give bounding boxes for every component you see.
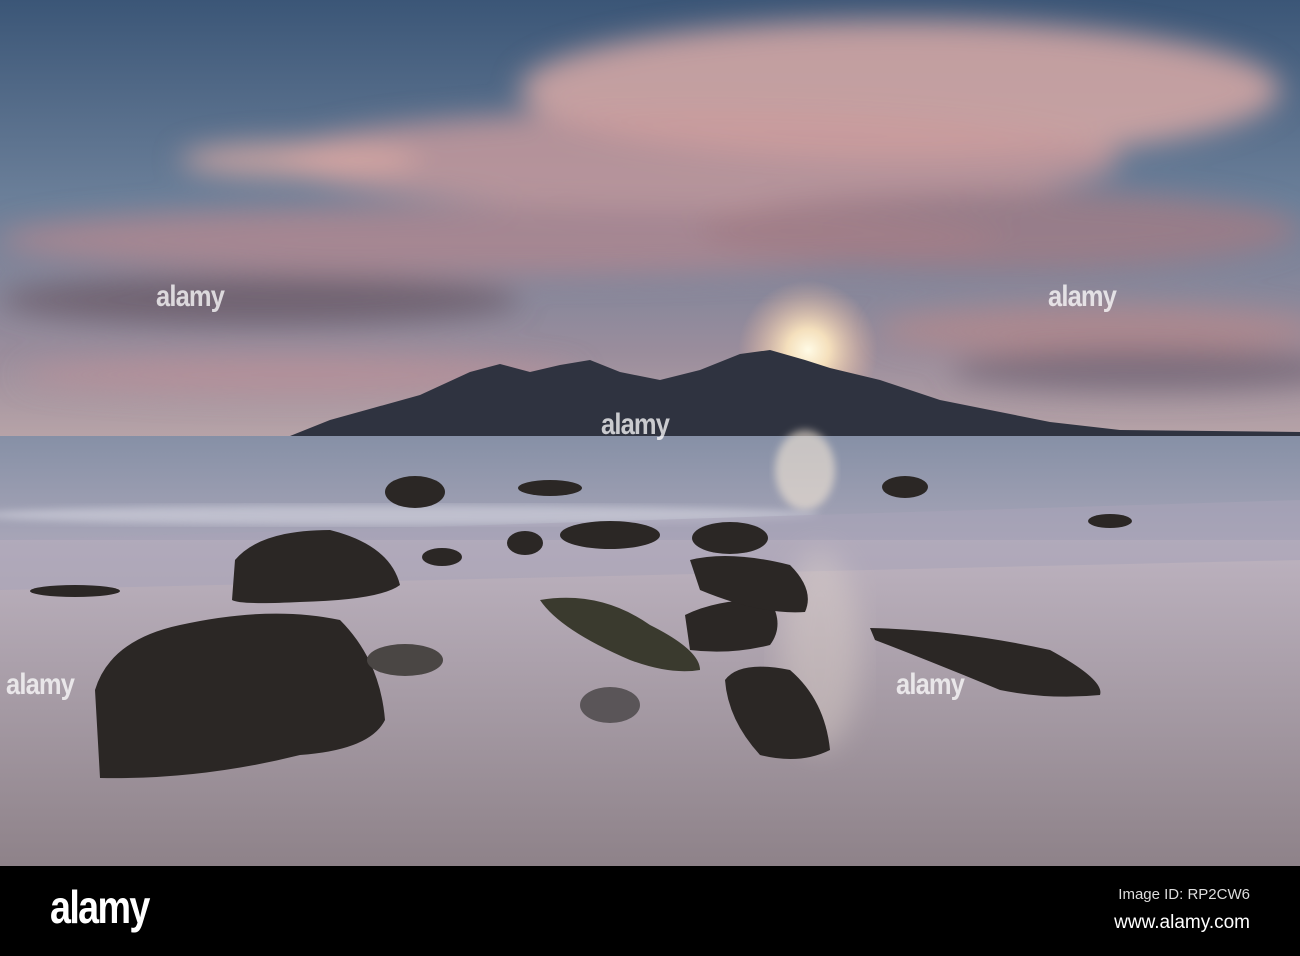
alamy-logo: alamy — [50, 881, 150, 933]
watermark-overlay: alamy — [6, 668, 75, 701]
watermark-footer: alamy Image ID: RP2CW6 www.alamy.com — [0, 866, 1300, 956]
watermark-overlay: alamy — [896, 668, 965, 701]
watermark-overlay: alamy — [1048, 280, 1117, 313]
image-id: Image ID: RP2CW6 — [1118, 886, 1250, 903]
stock-photo: alamy alamy alamy alamy alamy alamy Imag… — [0, 0, 1300, 956]
watermark-overlay: alamy — [601, 408, 670, 441]
watermark-overlay: alamy — [156, 280, 225, 313]
website-link: www.alamy.com — [1114, 912, 1250, 933]
